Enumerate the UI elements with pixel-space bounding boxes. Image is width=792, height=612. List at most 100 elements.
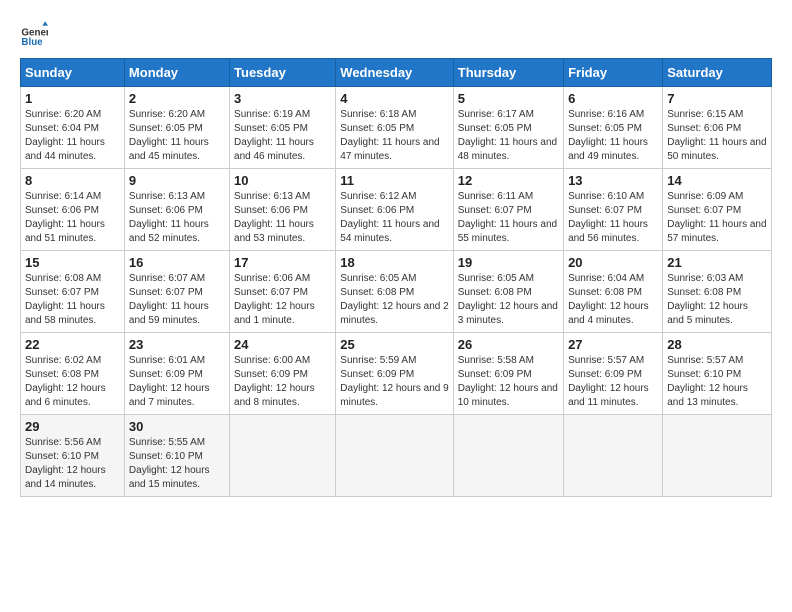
day-info: Sunrise: 5:58 AMSunset: 6:09 PMDaylight:… [458, 355, 558, 408]
weekday-header-friday: Friday [564, 59, 663, 87]
day-number: 5 [458, 91, 559, 106]
day-number: 7 [667, 91, 767, 106]
calendar-cell: 30 Sunrise: 5:55 AMSunset: 6:10 PMDaylig… [124, 415, 229, 497]
calendar-cell: 25 Sunrise: 5:59 AMSunset: 6:09 PMDaylig… [336, 333, 453, 415]
day-number: 20 [568, 255, 658, 270]
calendar-cell: 10 Sunrise: 6:13 AMSunset: 6:06 PMDaylig… [230, 169, 336, 251]
day-info: Sunrise: 6:00 AMSunset: 6:09 PMDaylight:… [234, 355, 315, 408]
day-info: Sunrise: 6:04 AMSunset: 6:08 PMDaylight:… [568, 273, 649, 326]
calendar-header: SundayMondayTuesdayWednesdayThursdayFrid… [21, 59, 772, 87]
weekday-header-wednesday: Wednesday [336, 59, 453, 87]
day-number: 22 [25, 337, 120, 352]
svg-text:Blue: Blue [21, 37, 43, 48]
calendar-cell: 6 Sunrise: 6:16 AMSunset: 6:05 PMDayligh… [564, 87, 663, 169]
day-number: 24 [234, 337, 331, 352]
day-number: 18 [340, 255, 448, 270]
day-info: Sunrise: 6:15 AMSunset: 6:06 PMDaylight:… [667, 109, 766, 162]
day-info: Sunrise: 6:05 AMSunset: 6:08 PMDaylight:… [458, 273, 558, 326]
calendar-cell: 9 Sunrise: 6:13 AMSunset: 6:06 PMDayligh… [124, 169, 229, 251]
day-number: 19 [458, 255, 559, 270]
day-number: 4 [340, 91, 448, 106]
day-info: Sunrise: 6:14 AMSunset: 6:06 PMDaylight:… [25, 191, 105, 244]
calendar-cell: 23 Sunrise: 6:01 AMSunset: 6:09 PMDaylig… [124, 333, 229, 415]
calendar-cell: 22 Sunrise: 6:02 AMSunset: 6:08 PMDaylig… [21, 333, 125, 415]
weekday-header-sunday: Sunday [21, 59, 125, 87]
calendar-cell: 27 Sunrise: 5:57 AMSunset: 6:09 PMDaylig… [564, 333, 663, 415]
weekday-header-thursday: Thursday [453, 59, 563, 87]
day-number: 15 [25, 255, 120, 270]
day-info: Sunrise: 5:59 AMSunset: 6:09 PMDaylight:… [340, 355, 448, 408]
day-info: Sunrise: 6:16 AMSunset: 6:05 PMDaylight:… [568, 109, 648, 162]
weekday-header-tuesday: Tuesday [230, 59, 336, 87]
day-info: Sunrise: 5:55 AMSunset: 6:10 PMDaylight:… [129, 437, 210, 490]
calendar-cell: 21 Sunrise: 6:03 AMSunset: 6:08 PMDaylig… [663, 251, 772, 333]
calendar-cell: 26 Sunrise: 5:58 AMSunset: 6:09 PMDaylig… [453, 333, 563, 415]
day-number: 16 [129, 255, 225, 270]
calendar-cell: 5 Sunrise: 6:17 AMSunset: 6:05 PMDayligh… [453, 87, 563, 169]
day-info: Sunrise: 6:06 AMSunset: 6:07 PMDaylight:… [234, 273, 315, 326]
calendar-cell: 29 Sunrise: 5:56 AMSunset: 6:10 PMDaylig… [21, 415, 125, 497]
calendar-cell: 12 Sunrise: 6:11 AMSunset: 6:07 PMDaylig… [453, 169, 563, 251]
day-number: 13 [568, 173, 658, 188]
page-header: General Blue [20, 20, 772, 48]
day-number: 26 [458, 337, 559, 352]
calendar-cell: 3 Sunrise: 6:19 AMSunset: 6:05 PMDayligh… [230, 87, 336, 169]
calendar-cell: 16 Sunrise: 6:07 AMSunset: 6:07 PMDaylig… [124, 251, 229, 333]
day-info: Sunrise: 6:13 AMSunset: 6:06 PMDaylight:… [129, 191, 209, 244]
day-number: 28 [667, 337, 767, 352]
day-number: 8 [25, 173, 120, 188]
calendar-week-1: 1 Sunrise: 6:20 AMSunset: 6:04 PMDayligh… [21, 87, 772, 169]
day-number: 11 [340, 173, 448, 188]
weekday-header-saturday: Saturday [663, 59, 772, 87]
day-number: 10 [234, 173, 331, 188]
calendar-cell: 19 Sunrise: 6:05 AMSunset: 6:08 PMDaylig… [453, 251, 563, 333]
calendar-table: SundayMondayTuesdayWednesdayThursdayFrid… [20, 58, 772, 497]
day-info: Sunrise: 6:13 AMSunset: 6:06 PMDaylight:… [234, 191, 314, 244]
calendar-cell: 18 Sunrise: 6:05 AMSunset: 6:08 PMDaylig… [336, 251, 453, 333]
calendar-cell: 28 Sunrise: 5:57 AMSunset: 6:10 PMDaylig… [663, 333, 772, 415]
day-info: Sunrise: 6:08 AMSunset: 6:07 PMDaylight:… [25, 273, 105, 326]
day-info: Sunrise: 6:07 AMSunset: 6:07 PMDaylight:… [129, 273, 209, 326]
day-info: Sunrise: 5:56 AMSunset: 6:10 PMDaylight:… [25, 437, 106, 490]
day-info: Sunrise: 6:01 AMSunset: 6:09 PMDaylight:… [129, 355, 210, 408]
calendar-cell: 7 Sunrise: 6:15 AMSunset: 6:06 PMDayligh… [663, 87, 772, 169]
calendar-cell [230, 415, 336, 497]
day-number: 25 [340, 337, 448, 352]
day-number: 3 [234, 91, 331, 106]
day-info: Sunrise: 6:05 AMSunset: 6:08 PMDaylight:… [340, 273, 448, 326]
calendar-week-5: 29 Sunrise: 5:56 AMSunset: 6:10 PMDaylig… [21, 415, 772, 497]
day-number: 12 [458, 173, 559, 188]
day-number: 23 [129, 337, 225, 352]
day-info: Sunrise: 6:20 AMSunset: 6:04 PMDaylight:… [25, 109, 105, 162]
calendar-week-4: 22 Sunrise: 6:02 AMSunset: 6:08 PMDaylig… [21, 333, 772, 415]
day-info: Sunrise: 5:57 AMSunset: 6:10 PMDaylight:… [667, 355, 748, 408]
day-number: 2 [129, 91, 225, 106]
calendar-cell [663, 415, 772, 497]
logo: General Blue [20, 20, 48, 48]
calendar-cell [336, 415, 453, 497]
day-number: 29 [25, 419, 120, 434]
day-info: Sunrise: 6:09 AMSunset: 6:07 PMDaylight:… [667, 191, 766, 244]
day-info: Sunrise: 6:03 AMSunset: 6:08 PMDaylight:… [667, 273, 748, 326]
day-number: 27 [568, 337, 658, 352]
day-number: 30 [129, 419, 225, 434]
day-info: Sunrise: 6:20 AMSunset: 6:05 PMDaylight:… [129, 109, 209, 162]
day-info: Sunrise: 6:10 AMSunset: 6:07 PMDaylight:… [568, 191, 648, 244]
calendar-cell: 2 Sunrise: 6:20 AMSunset: 6:05 PMDayligh… [124, 87, 229, 169]
day-info: Sunrise: 6:19 AMSunset: 6:05 PMDaylight:… [234, 109, 314, 162]
day-number: 9 [129, 173, 225, 188]
calendar-cell [453, 415, 563, 497]
calendar-cell [564, 415, 663, 497]
calendar-cell: 14 Sunrise: 6:09 AMSunset: 6:07 PMDaylig… [663, 169, 772, 251]
day-info: Sunrise: 5:57 AMSunset: 6:09 PMDaylight:… [568, 355, 649, 408]
day-info: Sunrise: 6:12 AMSunset: 6:06 PMDaylight:… [340, 191, 439, 244]
calendar-cell: 8 Sunrise: 6:14 AMSunset: 6:06 PMDayligh… [21, 169, 125, 251]
weekday-header-monday: Monday [124, 59, 229, 87]
day-number: 14 [667, 173, 767, 188]
day-info: Sunrise: 6:11 AMSunset: 6:07 PMDaylight:… [458, 191, 557, 244]
day-number: 6 [568, 91, 658, 106]
calendar-cell: 15 Sunrise: 6:08 AMSunset: 6:07 PMDaylig… [21, 251, 125, 333]
day-number: 1 [25, 91, 120, 106]
day-info: Sunrise: 6:17 AMSunset: 6:05 PMDaylight:… [458, 109, 557, 162]
day-info: Sunrise: 6:18 AMSunset: 6:05 PMDaylight:… [340, 109, 439, 162]
